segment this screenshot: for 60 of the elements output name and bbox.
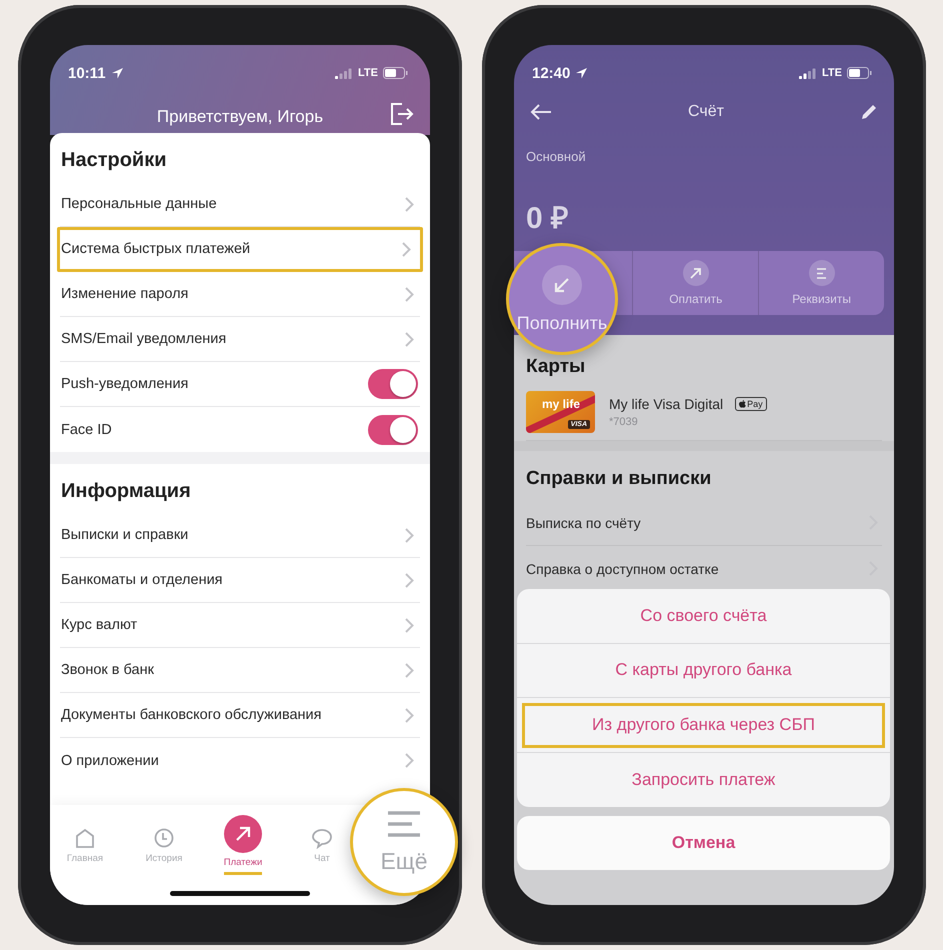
menu-item[interactable]: Банкоматы и отделения bbox=[60, 558, 420, 603]
chat-bubble-icon bbox=[311, 827, 333, 849]
chevron-right-icon bbox=[405, 286, 414, 302]
menu-item[interactable]: Документы банковского обслуживания bbox=[60, 693, 420, 738]
apple-logo-icon bbox=[739, 400, 746, 408]
signal-bars-icon bbox=[335, 68, 354, 78]
menu-item[interactable]: Звонок в банк bbox=[60, 648, 420, 693]
menu-item[interactable]: Выписка по счёту bbox=[526, 500, 882, 546]
sheet-option[interactable]: Со своего счёта bbox=[517, 589, 890, 644]
card-number: *7039 bbox=[609, 416, 639, 428]
account-name: Основной bbox=[525, 148, 587, 164]
network-label: LTE bbox=[358, 67, 378, 79]
menu-item[interactable]: SMS/Email уведомления bbox=[60, 317, 420, 362]
section-title: Карты bbox=[526, 355, 586, 379]
menu-item[interactable]: О приложении bbox=[60, 738, 420, 783]
section-title: Настройки bbox=[60, 148, 168, 173]
location-arrow-icon bbox=[110, 66, 124, 80]
chevron-right-icon bbox=[402, 242, 411, 256]
chevron-right-icon bbox=[405, 572, 414, 588]
home-icon bbox=[74, 827, 96, 849]
menu-item[interactable]: Изменение пароля bbox=[60, 272, 420, 317]
toggle-switch[interactable] bbox=[368, 414, 418, 444]
menu-item[interactable]: Выписки и справки bbox=[60, 513, 420, 558]
menu-item[interactable]: Курс валют bbox=[60, 603, 420, 648]
cancel-button[interactable]: Отмена bbox=[517, 816, 890, 870]
clock-icon bbox=[153, 827, 175, 849]
section-title: Справки и выписки bbox=[526, 467, 712, 491]
chevron-right-icon bbox=[405, 528, 414, 542]
highlighted-sheet-option[interactable]: Из другого банка через СБП bbox=[517, 698, 890, 752]
lines-icon bbox=[808, 260, 835, 286]
card-name: My life Visa Digital bbox=[609, 396, 724, 412]
chevron-right-icon bbox=[405, 753, 414, 768]
section-title: Информация bbox=[60, 479, 192, 504]
sheet-option[interactable]: С карты другого банка bbox=[517, 644, 890, 698]
menu-item[interactable]: Персональные данные bbox=[60, 182, 420, 227]
battery-icon bbox=[847, 67, 872, 79]
pay-badge: Pay bbox=[735, 397, 767, 411]
status-time: 10:11 bbox=[68, 64, 106, 82]
chevron-right-icon bbox=[405, 196, 414, 212]
highlighted-menu-item[interactable]: Система быстрых платежей bbox=[57, 227, 423, 272]
menu-item[interactable]: Push-уведомления bbox=[60, 362, 420, 407]
chevron-right-icon bbox=[405, 332, 414, 346]
toggle-switch[interactable] bbox=[368, 369, 418, 399]
account-balance: 0 ₽ bbox=[525, 201, 570, 237]
network-label: LTE bbox=[822, 67, 842, 79]
location-arrow-icon bbox=[575, 66, 588, 80]
menu-icon bbox=[386, 810, 422, 838]
chevron-right-icon bbox=[405, 662, 414, 678]
chevron-right-icon bbox=[405, 618, 414, 632]
logout-icon[interactable] bbox=[390, 103, 414, 125]
header-title: Приветствуем, Игорь bbox=[156, 107, 324, 127]
sheet-option[interactable]: Запросить платеж bbox=[517, 752, 890, 807]
battery-icon bbox=[383, 67, 408, 79]
chevron-right-icon bbox=[405, 708, 414, 722]
menu-item[interactable]: Face ID bbox=[60, 407, 420, 452]
status-time: 12:40 bbox=[532, 64, 570, 82]
signal-bars-icon bbox=[799, 68, 818, 78]
header-title: Счёт bbox=[688, 103, 724, 121]
back-arrow-icon[interactable] bbox=[530, 103, 552, 121]
pencil-icon[interactable] bbox=[860, 103, 878, 121]
